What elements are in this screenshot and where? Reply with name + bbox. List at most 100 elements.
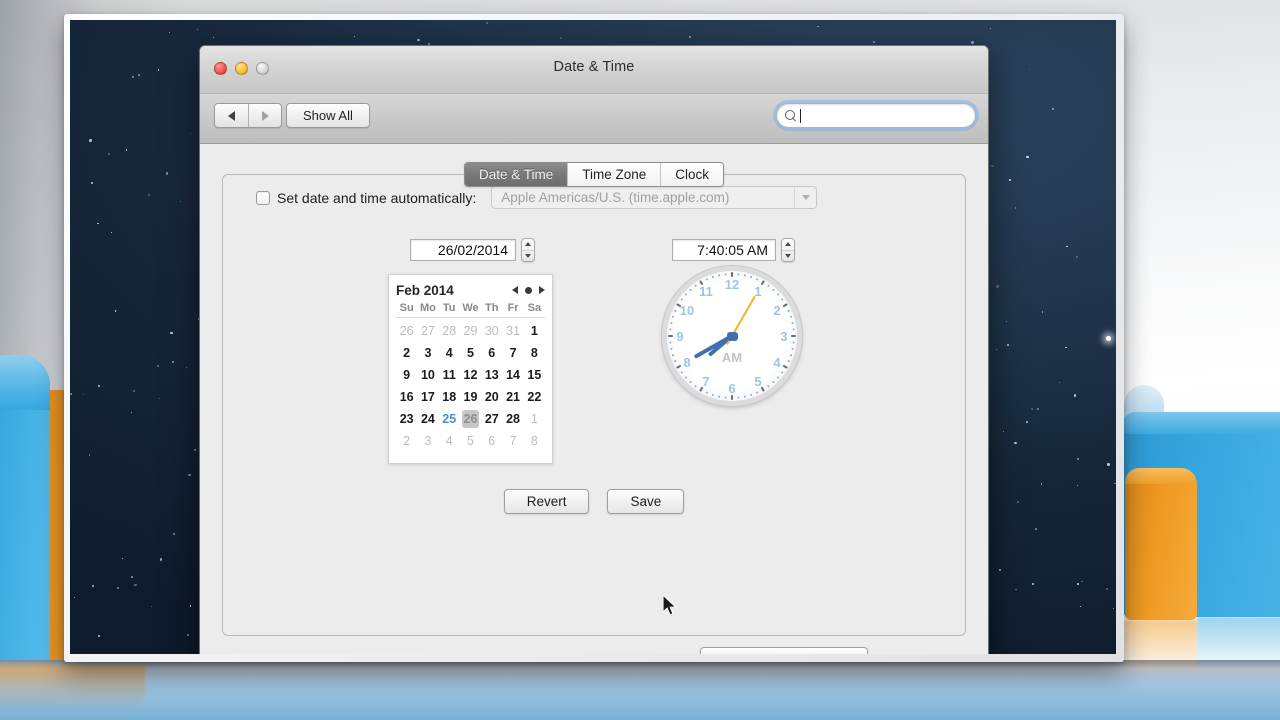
set-automatically-checkbox[interactable] [256, 190, 270, 205]
time-server-dropdown[interactable]: Apple Americas/U.S. (time.apple.com) [491, 186, 818, 209]
calendar-day[interactable]: 5 [460, 430, 481, 452]
calendar-day-number: 27 [484, 412, 499, 426]
calendar-day[interactable]: 30 [481, 320, 502, 342]
tab-clock[interactable]: Clock [660, 163, 724, 186]
save-button[interactable]: Save [607, 489, 685, 514]
search-icon [785, 110, 796, 121]
next-month-icon[interactable] [539, 286, 545, 294]
calendar-day-selected[interactable]: 26 [460, 408, 481, 430]
calendar-day-number: 26 [399, 324, 414, 338]
forward-button[interactable] [248, 104, 281, 127]
date-input[interactable]: 26/02/2014 [410, 239, 516, 261]
date-time-preferences-window: Date & Time Show All Date & Time Time Zo… [199, 45, 989, 654]
calendar-day[interactable]: 18 [439, 386, 460, 408]
calendar-day[interactable]: 19 [460, 386, 481, 408]
preferences-content: Date & Time Time Zone Clock Set date and t… [200, 144, 988, 654]
calendar-day[interactable]: 7 [502, 430, 523, 452]
date-stepper-down[interactable] [522, 249, 534, 262]
show-all-button[interactable]: Show All [286, 103, 370, 128]
clock-numeral: 6 [728, 381, 736, 396]
calendar-day[interactable]: 2 [396, 342, 417, 364]
tab-date-time[interactable]: Date & Time [464, 163, 568, 186]
panel-footer: To set date and time formats, use Langua… [200, 636, 988, 654]
calendar-day-number: 3 [424, 346, 432, 360]
prev-month-icon[interactable] [512, 286, 518, 294]
calendar-header: Feb 2014 [396, 280, 545, 300]
time-stepper-up[interactable] [782, 239, 794, 250]
calendar-day[interactable]: 11 [439, 364, 460, 386]
calendar-day[interactable]: 6 [481, 430, 502, 452]
revert-button[interactable]: Revert [503, 489, 590, 514]
calendar-day-number: 22 [527, 390, 542, 404]
calendar-day-number: 4 [445, 434, 453, 448]
calendar-day[interactable]: 8 [524, 430, 545, 452]
calendar-day[interactable]: 28 [502, 408, 523, 430]
calendar-day[interactable]: 5 [460, 342, 481, 364]
calendar-day-number: 7 [509, 346, 517, 360]
calendar-day[interactable]: 9 [396, 364, 417, 386]
calendar-day[interactable]: 13 [481, 364, 502, 386]
calendar-day[interactable]: 3 [417, 430, 438, 452]
calendar-day[interactable]: 29 [460, 320, 481, 342]
clock-numeral: 11 [699, 283, 713, 299]
search-field[interactable] [776, 103, 976, 128]
clock-numeral: 7 [702, 374, 710, 390]
calendar-day[interactable]: 31 [502, 320, 523, 342]
set-automatically-label: Set date and time automatically: [277, 189, 477, 206]
calendar-day[interactable]: 15 [524, 364, 545, 386]
calendar-day[interactable]: 12 [460, 364, 481, 386]
calendar-day[interactable]: 17 [417, 386, 438, 408]
tab-group: Date & Time Time Zone Clock [463, 162, 725, 187]
calendar-day[interactable]: 20 [481, 386, 502, 408]
calendar-day-number: 25 [442, 412, 457, 426]
today-dot-icon[interactable] [525, 286, 532, 294]
open-language-text-button[interactable]: Open Language & Text... [700, 647, 868, 654]
forward-arrow-icon [261, 110, 269, 121]
time-field-group: 7:40:05 AM [672, 238, 795, 262]
calendar-day[interactable]: 16 [396, 386, 417, 408]
calendar-widget[interactable]: Feb 2014 Su Mo Tu We Th Fr Sa 26 27 28 29 30 31 1 2 3 4 5… [388, 274, 553, 464]
calendar-weekday-header: Su [399, 302, 414, 314]
calendar-day-today[interactable]: 25 [439, 408, 460, 430]
wallpaper-bright-star [1106, 336, 1111, 341]
time-stepper[interactable] [781, 238, 795, 262]
action-buttons: Revert Save [200, 489, 988, 514]
calendar-day[interactable]: 1 [524, 320, 545, 342]
clock-center-hub [726, 331, 738, 341]
calendar-day[interactable]: 2 [396, 430, 417, 452]
calendar-weekday-header: Mo [419, 302, 436, 314]
calendar-day[interactable]: 7 [502, 342, 523, 364]
calendar-day[interactable]: 1 [524, 408, 545, 430]
calendar-day[interactable]: 14 [502, 364, 523, 386]
monitor: Date & Time Show All Date & Time Time Zo… [64, 14, 1124, 662]
calendar-month-label: Feb 2014 [396, 282, 454, 298]
calendar-day[interactable]: 27 [417, 320, 438, 342]
calendar-day[interactable]: 10 [417, 364, 438, 386]
date-stepper-up[interactable] [522, 239, 534, 250]
calendar-day[interactable]: 6 [481, 342, 502, 364]
calendar-day-number: 6 [488, 346, 496, 360]
calendar-day[interactable]: 26 [396, 320, 417, 342]
calendar-day[interactable]: 21 [502, 386, 523, 408]
calendar-day[interactable]: 8 [524, 342, 545, 364]
date-stepper[interactable] [521, 238, 535, 262]
calendar-day-number: 10 [420, 368, 435, 382]
calendar-day-number: 13 [484, 368, 499, 382]
calendar-day-number: 8 [530, 434, 538, 448]
calendar-day[interactable]: 23 [396, 408, 417, 430]
calendar-day[interactable]: 24 [417, 408, 438, 430]
time-stepper-down[interactable] [782, 249, 794, 262]
calendar-day[interactable]: 3 [417, 342, 438, 364]
calendar-day[interactable]: 27 [481, 408, 502, 430]
back-button[interactable] [215, 104, 248, 127]
calendar-day[interactable]: 4 [439, 430, 460, 452]
calendar-day[interactable]: 4 [439, 342, 460, 364]
decor-orange-sofa-right [1125, 468, 1197, 620]
date-field-group: 26/02/2014 [410, 238, 535, 262]
calendar-day-number: 23 [399, 412, 414, 426]
time-input[interactable]: 7:40:05 AM [672, 239, 776, 261]
set-automatically-row: Set date and time automatically: Apple A… [256, 186, 818, 209]
tab-time-zone[interactable]: Time Zone [567, 163, 661, 186]
calendar-day[interactable]: 22 [524, 386, 545, 408]
calendar-day[interactable]: 28 [439, 320, 460, 342]
